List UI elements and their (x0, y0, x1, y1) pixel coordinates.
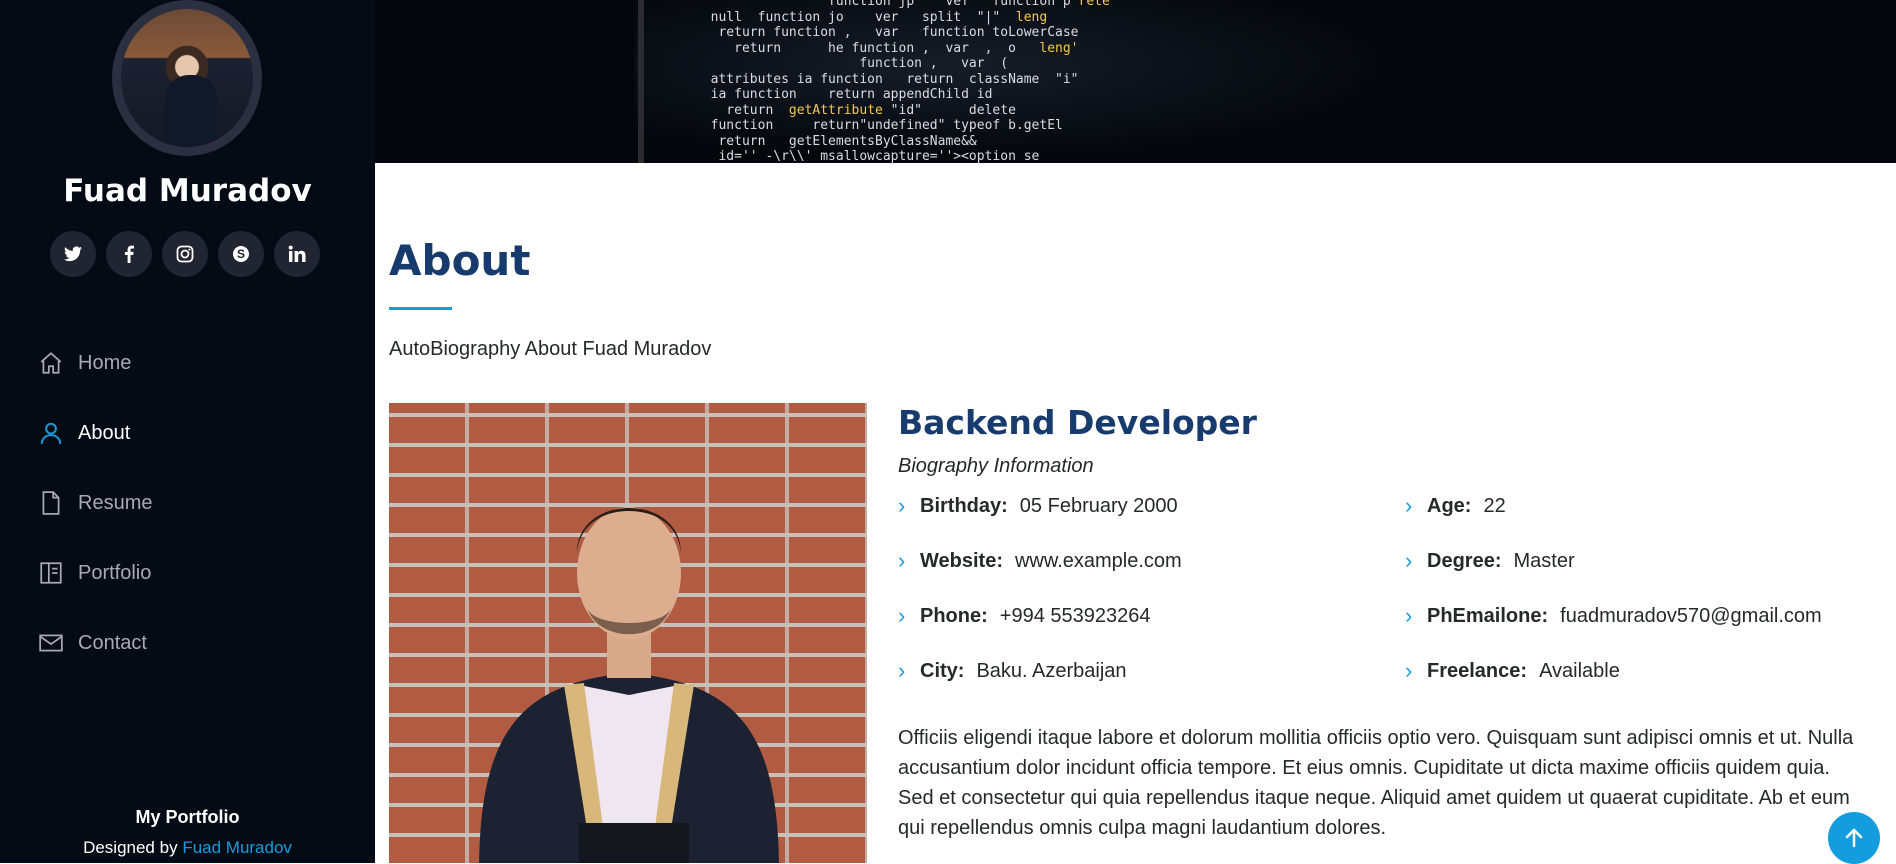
hero-banner: function jp vef function p rete null fun… (375, 0, 1896, 163)
info-value[interactable]: fuadmuradov570@gmail.com (1560, 605, 1822, 628)
nav-label: Portfolio (78, 561, 152, 584)
nav-item-portfolio[interactable]: Portfolio (38, 538, 152, 608)
info-label: Age: (1427, 494, 1472, 517)
chevron-right-icon: › (898, 493, 906, 518)
info-freelance: › Freelance: Available (1405, 658, 1620, 684)
info-label: Website: (920, 549, 1003, 572)
info-email: › PhEmailone: fuadmuradov570@gmail.com (1405, 603, 1822, 629)
info-value: Master (1513, 549, 1575, 572)
book-icon (38, 560, 64, 586)
info-birthday: › Birthday: 05 February 2000 (898, 493, 1178, 519)
section-lead: AutoBiography About Fuad Muradov (389, 338, 712, 360)
info-city: › City: Baku. Azerbaijan (898, 658, 1127, 684)
info-label: Phone: (920, 604, 988, 627)
info-website: › Website: www.example.com (898, 548, 1182, 574)
nav-item-about[interactable]: About (38, 398, 152, 468)
about-description: Officiis eligendi itaque labore et dolor… (898, 727, 1854, 839)
chevron-right-icon: › (1405, 603, 1413, 628)
footer-designed-by: Designed by (83, 838, 178, 857)
nav-item-resume[interactable]: Resume (38, 468, 152, 538)
profile-photo (389, 403, 867, 863)
arrow-up-icon (1845, 828, 1863, 848)
info-value: Available (1539, 659, 1620, 682)
nav-label: Resume (78, 491, 153, 514)
file-icon (38, 490, 64, 516)
nav-label: Contact (78, 631, 147, 654)
profile-avatar (112, 0, 262, 156)
info-degree: › Degree: Master (1405, 548, 1575, 574)
social-links: S (50, 231, 320, 277)
sidebar: Fuad Muradov S Home About Resume Portfol… (0, 0, 375, 863)
info-age: › Age: 22 (1405, 493, 1506, 519)
profile-name: Fuad Muradov (63, 173, 312, 209)
info-label: Degree: (1427, 549, 1502, 572)
chevron-right-icon: › (1405, 658, 1413, 683)
chevron-right-icon: › (898, 548, 906, 573)
svg-text:S: S (237, 247, 245, 261)
hero-code-image: function jp vef function p rete null fun… (695, 0, 1110, 163)
info-value[interactable]: www.example.com (1015, 550, 1182, 573)
chevron-right-icon: › (898, 658, 906, 683)
user-icon (38, 420, 64, 446)
facebook-icon[interactable] (106, 231, 152, 277)
info-label: Birthday: (920, 494, 1008, 517)
info-label: City: (920, 659, 965, 682)
skype-icon[interactable]: S (218, 231, 264, 277)
role-title: Backend Developer (898, 403, 1257, 442)
linkedin-icon[interactable] (274, 231, 320, 277)
chevron-right-icon: › (1405, 548, 1413, 573)
title-underline (389, 307, 452, 310)
info-phone: › Phone: +994 553923264 (898, 603, 1151, 629)
footer-title: My Portfolio (135, 807, 240, 827)
back-to-top-button[interactable] (1828, 812, 1880, 864)
envelope-icon (38, 630, 64, 656)
nav-label: About (78, 421, 131, 444)
chevron-right-icon: › (898, 603, 906, 628)
info-value: 05 February 2000 (1019, 494, 1178, 517)
nav-label: Home (78, 351, 132, 374)
info-value: 22 (1483, 494, 1506, 517)
section-title: About (389, 236, 531, 285)
footer-author-link[interactable]: Fuad Muradov (182, 838, 292, 857)
instagram-icon[interactable] (162, 231, 208, 277)
role-subtitle: Biography Information (898, 455, 1094, 477)
main-nav: Home About Resume Portfolio Contact (38, 328, 152, 678)
footer-credits: Designed by Fuad Muradov (0, 838, 375, 858)
info-value: +994 553923264 (999, 604, 1151, 627)
home-icon (38, 350, 64, 376)
nav-item-contact[interactable]: Contact (38, 608, 152, 678)
info-label: PhEmailone: (1427, 604, 1549, 627)
info-value: Baku. Azerbaijan (976, 659, 1127, 682)
chevron-right-icon: › (1405, 493, 1413, 518)
twitter-icon[interactable] (50, 231, 96, 277)
nav-item-home[interactable]: Home (38, 328, 152, 398)
info-label: Freelance: (1427, 659, 1528, 682)
